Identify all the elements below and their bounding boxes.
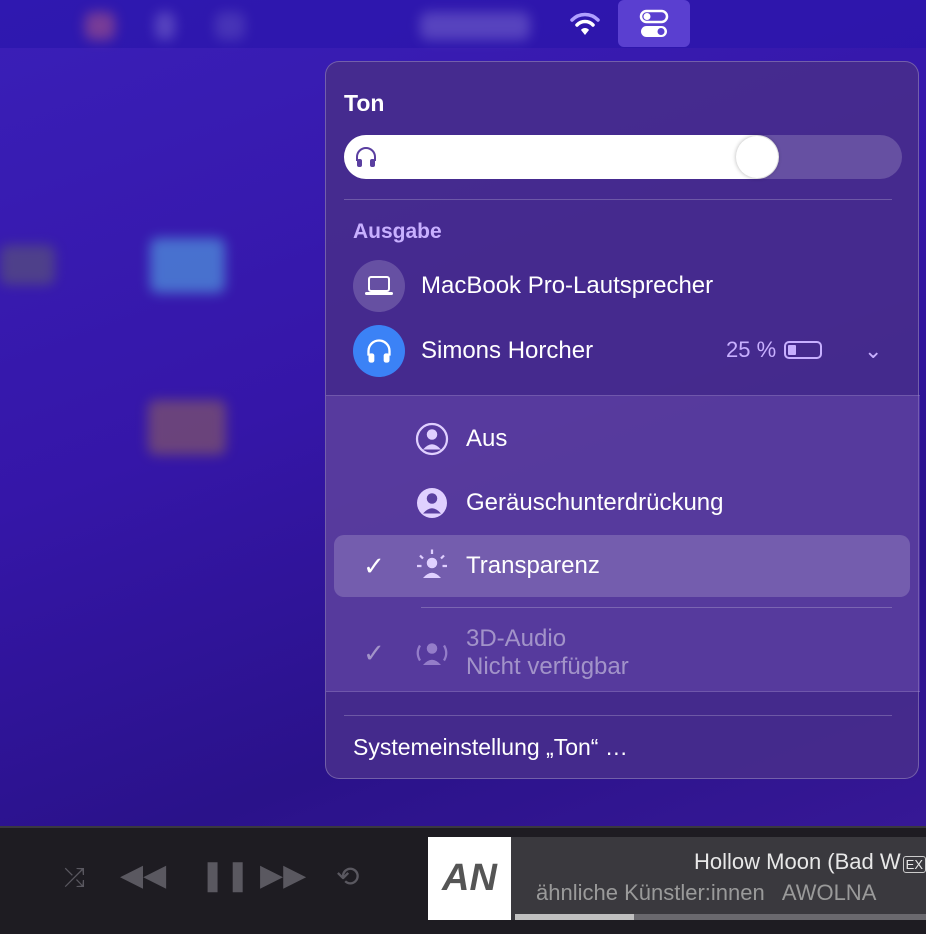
checkmark-icon: ✓ bbox=[363, 550, 385, 581]
mode-label: Transparenz bbox=[466, 552, 600, 579]
noise-control-submenu: Aus Geräuschunterdrückung ✓ Transparenz … bbox=[326, 395, 920, 692]
panel-title: Ton bbox=[344, 90, 385, 116]
mode-off[interactable]: Aus bbox=[334, 408, 910, 470]
fast-forward-icon[interactable]: ▶▶ bbox=[260, 858, 306, 893]
volume-knob[interactable] bbox=[736, 136, 779, 178]
spatial-audio-label: 3D-Audio bbox=[466, 625, 567, 652]
desktop-item[interactable] bbox=[0, 245, 55, 285]
desktop-image[interactable] bbox=[148, 400, 226, 455]
person-icon bbox=[415, 422, 449, 456]
mode-transparency[interactable]: ✓ Transparenz bbox=[334, 535, 910, 597]
laptop-icon bbox=[353, 260, 405, 312]
divider bbox=[421, 607, 892, 608]
mode-noise-cancellation[interactable]: Geräuschunterdrückung bbox=[334, 472, 910, 534]
battery-icon bbox=[784, 341, 823, 359]
music-player-bar: ⤮ ◀◀ ❚❚ ▶▶ ⟲ AN Hollow Moon (Bad W EX ähn… bbox=[0, 826, 926, 934]
noise-cancellation-icon bbox=[417, 488, 447, 518]
device-name: MacBook Pro-Lautsprecher bbox=[421, 272, 714, 299]
headphones-icon bbox=[353, 325, 405, 377]
sound-panel: Ton Ausgabe MacBook Pro-Lautsprecher Sim… bbox=[325, 61, 920, 779]
song-title: Hollow Moon (Bad W EX bbox=[694, 849, 926, 875]
battery-status: 25 % bbox=[726, 337, 823, 363]
spatial-audio-option: ✓ 3D-Audio Nicht verfügbar bbox=[334, 618, 910, 688]
blurred-battery-status[interactable] bbox=[420, 12, 530, 40]
checkmark-icon: ✓ bbox=[363, 637, 385, 668]
control-center-button[interactable] bbox=[618, 0, 690, 47]
headphones-icon bbox=[356, 147, 376, 167]
explicit-badge: EX bbox=[902, 856, 926, 873]
shuffle-icon[interactable]: ⤮ bbox=[64, 862, 85, 894]
repeat-icon[interactable]: ⟲ bbox=[336, 860, 359, 893]
transparency-icon bbox=[417, 549, 447, 578]
album-artwork: AN bbox=[428, 837, 511, 920]
pause-icon[interactable]: ❚❚ bbox=[200, 858, 250, 893]
playback-progress[interactable] bbox=[515, 914, 926, 920]
battery-percent: 25 % bbox=[726, 337, 777, 362]
spatial-audio-icon bbox=[416, 643, 448, 665]
blurred-menu-icon[interactable] bbox=[155, 12, 175, 40]
song-subtitle: ähnliche Künstler:innen AWOLNA bbox=[536, 880, 877, 905]
menu-bar bbox=[0, 0, 926, 48]
desktop-folder[interactable] bbox=[150, 238, 225, 293]
output-section-label: Ausgabe bbox=[353, 220, 442, 243]
mode-label: Aus bbox=[466, 425, 508, 452]
blurred-menu-icon[interactable] bbox=[215, 12, 245, 40]
divider bbox=[344, 199, 892, 200]
wifi-icon[interactable] bbox=[568, 10, 602, 38]
spatial-audio-status: Nicht verfügbar bbox=[466, 653, 629, 680]
mode-label: Geräuschunterdrückung bbox=[466, 489, 724, 516]
device-name: Simons Horcher bbox=[421, 337, 594, 364]
rewind-icon[interactable]: ◀◀ bbox=[120, 858, 166, 893]
device-simons-horcher[interactable]: Simons Horcher bbox=[353, 325, 593, 377]
control-center-icon bbox=[639, 9, 669, 37]
now-playing[interactable]: AN Hollow Moon (Bad W EX ähnliche Künstle… bbox=[428, 837, 926, 920]
blurred-menu-icon[interactable] bbox=[85, 12, 115, 40]
device-macbook-speakers[interactable]: MacBook Pro-Lautsprecher bbox=[353, 260, 713, 312]
divider bbox=[344, 715, 892, 716]
chevron-down-icon[interactable]: ⌄ bbox=[864, 338, 882, 364]
volume-fill bbox=[344, 135, 780, 179]
sound-settings-link[interactable]: Systemeinstellung „Ton“ … bbox=[353, 734, 628, 761]
volume-slider[interactable] bbox=[344, 135, 902, 179]
